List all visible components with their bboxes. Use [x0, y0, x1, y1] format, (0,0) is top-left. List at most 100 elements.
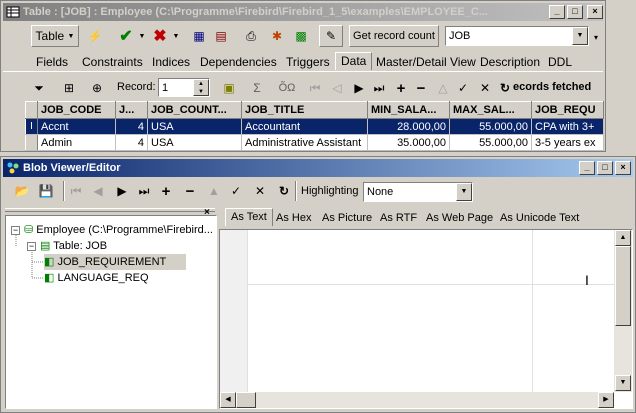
tab-indices[interactable]: Indices: [147, 54, 195, 72]
printer-icon[interactable]: ⎙: [241, 25, 261, 47]
close-button[interactable]: ×: [615, 161, 631, 175]
view-tab-as-unicode-text[interactable]: As Unicode Text: [495, 210, 584, 228]
prior-record-icon[interactable]: ◀: [89, 180, 107, 202]
chevron-down-icon[interactable]: ▼: [572, 27, 588, 45]
scroll-thumb[interactable]: [236, 392, 256, 408]
maximize-button[interactable]: □: [597, 161, 613, 175]
table-cell[interactable]: USA: [147, 118, 242, 135]
table-cell[interactable]: Administrative Assistant: [241, 134, 368, 151]
filter-table-icon[interactable]: ⊞: [59, 77, 79, 99]
table-cell[interactable]: 35.000,00: [367, 134, 450, 151]
tree-field-item[interactable]: ◧ LANGUAGE_REQ: [44, 270, 149, 286]
table-cell[interactable]: CPA with 3+: [531, 118, 604, 135]
row-indicator[interactable]: I: [25, 118, 38, 135]
commit-icon[interactable]: ✔: [115, 25, 137, 47]
tab-fields[interactable]: Fields: [31, 54, 73, 72]
scroll-down-icon[interactable]: ▼: [615, 375, 631, 391]
column-header[interactable]: JOB_COUNT...: [147, 101, 242, 119]
cancel-edit-icon[interactable]: ✕: [477, 77, 493, 99]
cancel-edit-icon[interactable]: ✕: [251, 180, 269, 202]
field-tree[interactable]: − ⛁ Employee (C:\Programme\Firebird... −…: [5, 215, 217, 409]
scroll-right-icon[interactable]: ▶: [598, 392, 614, 408]
table-cell[interactable]: Accountant: [241, 118, 368, 135]
insert-record-icon[interactable]: +: [393, 77, 409, 99]
column-header[interactable]: JOB_TITLE: [241, 101, 368, 119]
next-record-icon[interactable]: ▶: [351, 77, 367, 99]
sigma-icon[interactable]: Σ: [247, 77, 267, 99]
tab-ddl[interactable]: DDL: [543, 54, 577, 72]
rollback-dropdown-icon[interactable]: ▼: [171, 25, 181, 47]
table-cell[interactable]: 28.000,00: [367, 118, 450, 135]
column-header[interactable]: MAX_SAL...: [449, 101, 532, 119]
tab-master-detail-view[interactable]: Master/Detail View: [371, 54, 481, 72]
first-record-icon[interactable]: ⏮: [67, 180, 85, 202]
column-header[interactable]: MIN_SALA...: [367, 101, 450, 119]
minimize-button[interactable]: _: [579, 161, 595, 175]
table-cell[interactable]: 55.000,00: [449, 134, 532, 151]
chevron-down-icon[interactable]: ▼: [456, 183, 472, 201]
scroll-thumb[interactable]: [615, 246, 631, 326]
save-icon[interactable]: 💾: [35, 180, 57, 202]
first-record-icon[interactable]: ⏮: [307, 77, 323, 99]
next-record-icon[interactable]: ▶: [113, 180, 131, 202]
filter-add-icon[interactable]: ⊕: [87, 77, 107, 99]
edit-record-icon[interactable]: ▲: [205, 180, 223, 202]
delete-record-icon[interactable]: −: [181, 180, 199, 202]
view-tab-as-picture[interactable]: As Picture: [317, 210, 377, 228]
table-menu-button[interactable]: Table ▼: [31, 25, 79, 47]
edit-record-icon[interactable]: △: [435, 77, 451, 99]
table-cell[interactable]: Admin: [37, 134, 116, 151]
table-window-titlebar[interactable]: Table : [JOB] : Employee (C:\Programme\F…: [3, 3, 603, 21]
refresh-grid-icon[interactable]: ▣: [219, 77, 239, 99]
calendar-print-icon[interactable]: ▤: [211, 25, 231, 47]
tree-root-item[interactable]: ⛁ Employee (C:\Programme\Firebird...: [24, 222, 213, 238]
collapse-icon[interactable]: −: [27, 242, 36, 251]
table-cell[interactable]: 3-5 years ex: [531, 134, 604, 151]
table-cell[interactable]: 4: [115, 118, 148, 135]
tab-description[interactable]: Description: [475, 54, 545, 72]
blob-viewer-titlebar[interactable]: Blob Viewer/Editor: [3, 159, 633, 177]
blob-text-editor[interactable]: I ▲ ▼ ◀ ▶: [219, 229, 633, 409]
puzzle-icon[interactable]: ✱: [267, 25, 287, 47]
minimize-button[interactable]: _: [549, 5, 565, 19]
tree-field-item[interactable]: ◧ JOB_REQUIREMENT: [44, 254, 187, 270]
post-edit-icon[interactable]: ✓: [455, 77, 471, 99]
record-spinner[interactable]: 1 ▲ ▼: [158, 78, 210, 97]
column-header[interactable]: JOB_REQU: [531, 101, 604, 119]
collapse-icon[interactable]: −: [11, 226, 20, 235]
open-folder-icon[interactable]: 📂: [11, 180, 33, 202]
prior-record-icon[interactable]: ◁: [329, 77, 345, 99]
table-name-combo[interactable]: JOB ▼: [445, 26, 589, 46]
view-tab-as-text[interactable]: As Text: [225, 208, 273, 226]
tree-table-item[interactable]: ▤ Table: JOB: [40, 238, 107, 254]
lightning-icon[interactable]: ⚡: [85, 25, 105, 47]
view-tab-as-hex[interactable]: As Hex: [271, 210, 316, 228]
column-header[interactable]: JOB_CODE: [37, 101, 116, 119]
last-record-icon[interactable]: ⏭: [135, 180, 153, 202]
scroll-up-icon[interactable]: ▲: [615, 230, 631, 246]
table-cell[interactable]: Accnt: [37, 118, 116, 135]
view-tab-as-web-page[interactable]: As Web Page: [421, 210, 498, 228]
table-row[interactable]: I Accnt 4 USA Accountant 28.000,00 55.000,00 CP…: [25, 118, 604, 135]
charset-icon[interactable]: ÕΩ: [275, 77, 299, 99]
horizontal-scrollbar[interactable]: ◀ ▶: [220, 392, 614, 408]
data-grid[interactable]: JOB_CODE J... JOB_COUNT... JOB_TITLE MIN_SAL…: [25, 101, 604, 151]
table-cell[interactable]: 55.000,00: [449, 118, 532, 135]
table-cell[interactable]: 4: [115, 134, 148, 151]
vertical-scrollbar[interactable]: ▲ ▼: [614, 230, 632, 392]
last-record-icon[interactable]: ⏭: [371, 77, 387, 99]
column-header[interactable]: J...: [115, 101, 148, 119]
table-cell[interactable]: USA: [147, 134, 242, 151]
close-button[interactable]: ×: [587, 5, 603, 19]
chevron-down-icon[interactable]: ▾: [594, 33, 598, 42]
highlighting-combo[interactable]: None ▼: [363, 182, 473, 202]
table-row[interactable]: Admin 4 USA Administrative Assistant 35.000,…: [25, 134, 604, 151]
tab-dependencies[interactable]: Dependencies: [195, 54, 282, 72]
commit-dropdown-icon[interactable]: ▼: [137, 25, 147, 47]
calendar-icon[interactable]: ▦: [189, 25, 209, 47]
insert-record-icon[interactable]: +: [157, 180, 175, 202]
filter-icon[interactable]: ⏷: [29, 77, 49, 99]
refresh-icon[interactable]: ↻: [497, 77, 513, 99]
scroll-left-icon[interactable]: ◀: [220, 392, 236, 408]
delete-record-icon[interactable]: −: [413, 77, 429, 99]
